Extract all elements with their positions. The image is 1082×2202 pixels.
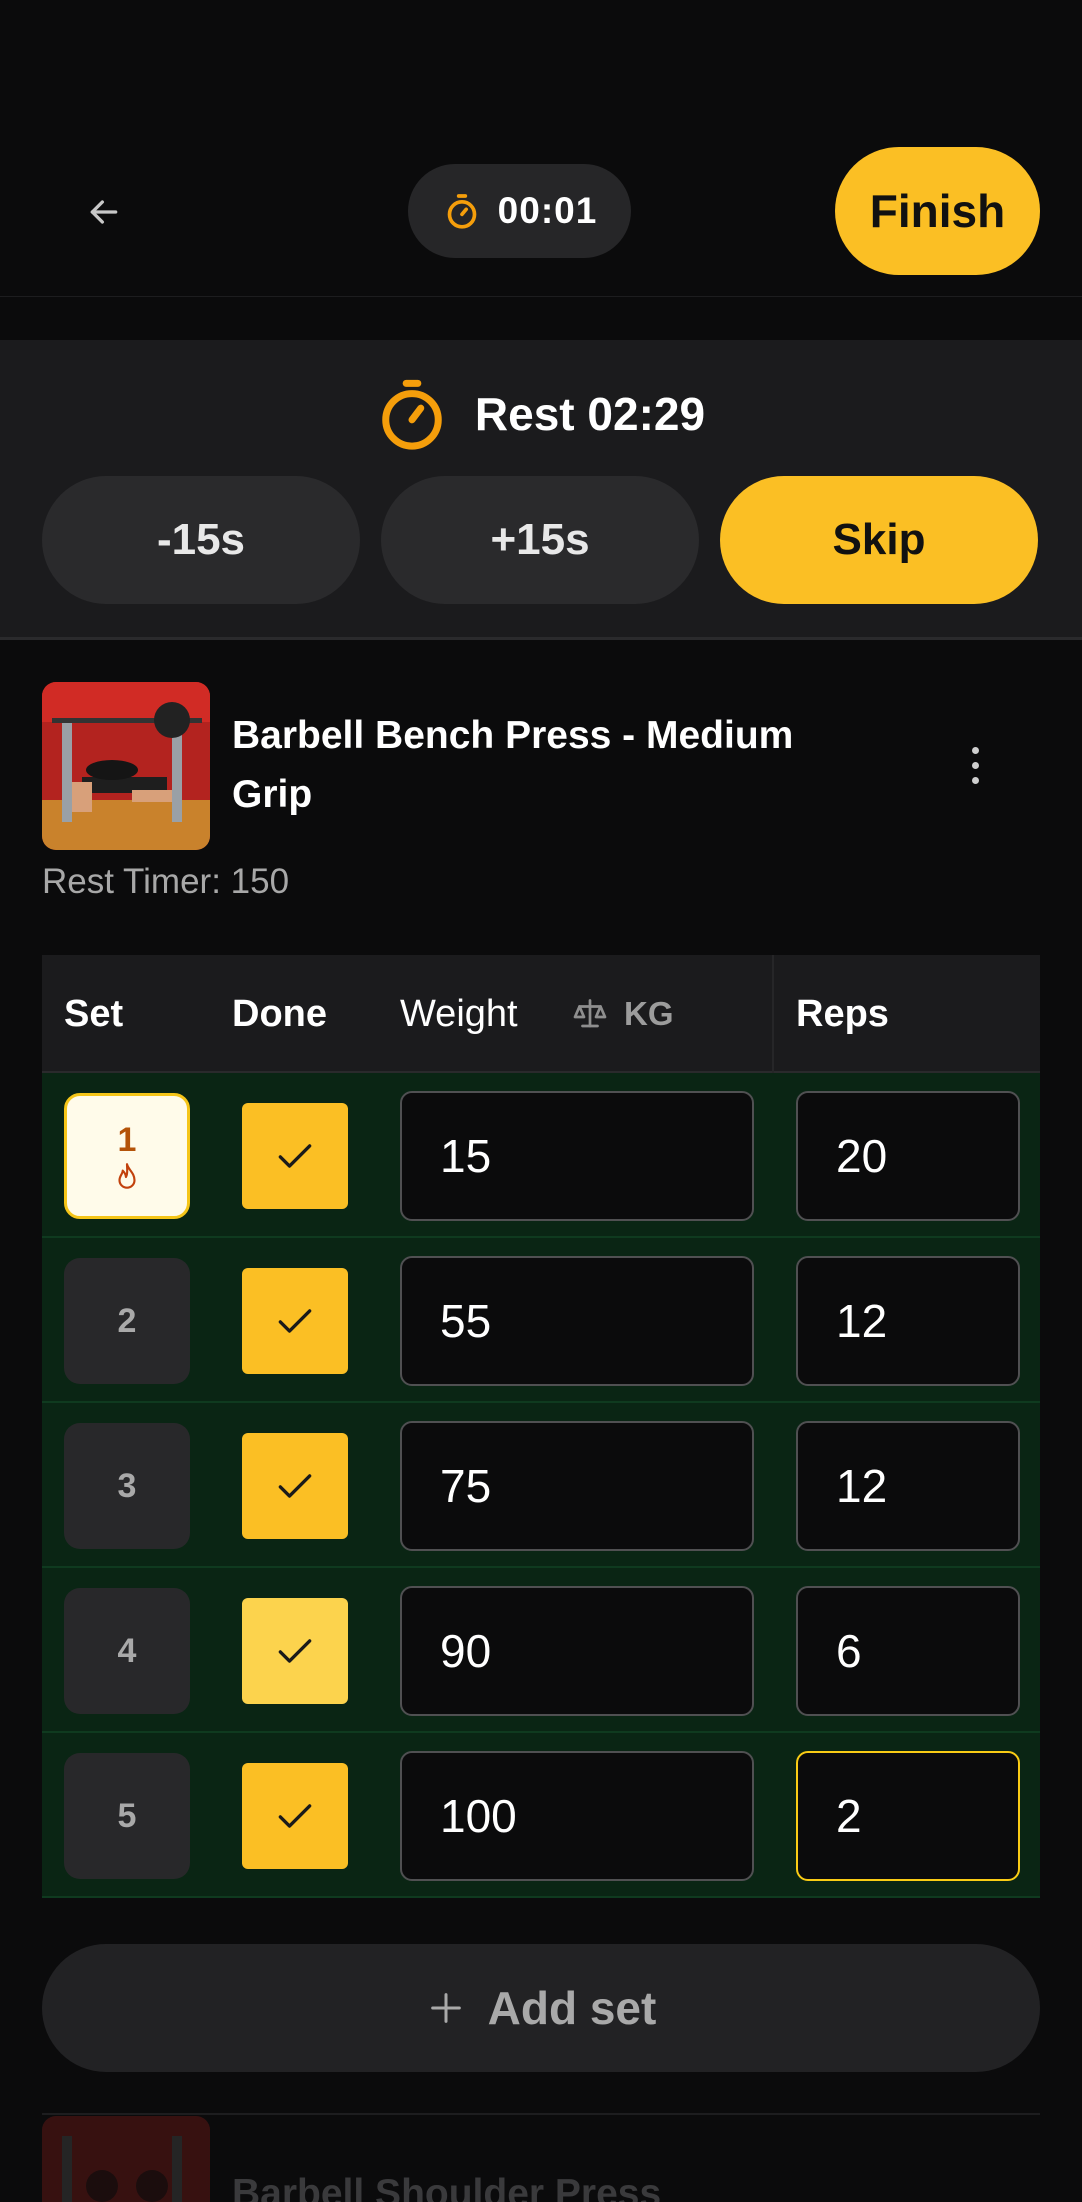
reps-input[interactable]: 2: [796, 1751, 1020, 1881]
weight-input[interactable]: 75: [400, 1421, 754, 1551]
set-number-badge[interactable]: 1: [64, 1093, 190, 1219]
checkmark-icon: [278, 1144, 312, 1168]
rest-countdown: Rest 02:29: [0, 374, 1082, 454]
set-row: 2 55 12: [42, 1238, 1040, 1403]
set-row: 5 100 2: [42, 1733, 1040, 1898]
scale-icon: [573, 999, 607, 1028]
weight-input[interactable]: 15: [400, 1091, 754, 1221]
column-set: Set: [64, 992, 124, 1035]
sets-table-header: Set Done Weight KG Reps: [42, 955, 1040, 1073]
sets-table: Set Done Weight KG Reps 1 15 20 2 55 12 …: [42, 955, 1040, 1898]
done-checkbox[interactable]: [242, 1763, 348, 1869]
set-number-badge[interactable]: 3: [64, 1423, 190, 1549]
arrow-left-icon: [90, 200, 118, 224]
stopwatch-icon: [447, 194, 477, 229]
column-done: Done: [232, 992, 327, 1035]
plus-icon: [430, 1993, 461, 2023]
reps-input[interactable]: 12: [796, 1421, 1020, 1551]
exercise-rest-timer[interactable]: Rest Timer: 150: [42, 862, 289, 902]
weight-unit-label: KG: [624, 995, 674, 1032]
reps-input[interactable]: 12: [796, 1256, 1020, 1386]
set-row: 3 75 12: [42, 1403, 1040, 1568]
reps-input[interactable]: 20: [796, 1091, 1020, 1221]
workout-duration-pill[interactable]: 00:01: [408, 164, 631, 258]
flame-icon: [118, 1162, 136, 1189]
more-options-icon[interactable]: [955, 740, 995, 790]
checkmark-icon: [278, 1639, 312, 1663]
weight-unit-toggle[interactable]: KG: [572, 955, 674, 1073]
weight-input[interactable]: 100: [400, 1751, 754, 1881]
set-row: 1 15 20: [42, 1073, 1040, 1238]
done-checkbox[interactable]: [242, 1268, 348, 1374]
next-exercise-title[interactable]: Barbell Shoulder Press: [232, 2172, 661, 2202]
set-number: 1: [117, 1120, 137, 1159]
stopwatch-icon: [382, 379, 442, 450]
reps-input[interactable]: 6: [796, 1586, 1020, 1716]
set-number-badge[interactable]: 2: [64, 1258, 190, 1384]
set-row: 4 90 6: [42, 1568, 1040, 1733]
top-bar: 00:01 Finish: [0, 0, 1082, 297]
add-set-button[interactable]: Add set: [42, 1944, 1040, 2072]
rest-skip-button[interactable]: Skip: [720, 476, 1038, 604]
exercise-thumbnail[interactable]: [42, 682, 210, 850]
add-set-label: Add set: [487, 1982, 657, 2034]
checkmark-icon: [278, 1474, 312, 1498]
finish-button[interactable]: Finish: [835, 147, 1040, 275]
done-checkbox[interactable]: [242, 1433, 348, 1539]
done-checkbox[interactable]: [242, 1103, 348, 1209]
column-reps: Reps: [796, 992, 889, 1035]
set-number-badge[interactable]: 5: [64, 1753, 190, 1879]
back-button[interactable]: [72, 180, 136, 244]
rest-plus-15-button[interactable]: +15s: [381, 476, 699, 604]
exercise-title[interactable]: Barbell Bench Press - Medium Grip: [232, 706, 872, 824]
exercise-divider: [42, 2113, 1040, 2115]
set-number-badge[interactable]: 4: [64, 1588, 190, 1714]
done-checkbox[interactable]: [242, 1598, 348, 1704]
rest-minus-15-button[interactable]: -15s: [42, 476, 360, 604]
rest-timer-panel: Rest 02:29 -15s +15s Skip: [0, 340, 1082, 640]
next-exercise-thumbnail[interactable]: [42, 2116, 210, 2202]
weight-input[interactable]: 90: [400, 1586, 754, 1716]
checkmark-icon: [278, 1804, 312, 1828]
rest-countdown-text: Rest 02:29: [474, 388, 706, 440]
workout-duration: 00:01: [497, 190, 598, 231]
weight-input[interactable]: 55: [400, 1256, 754, 1386]
column-weight: Weight: [400, 992, 518, 1035]
checkmark-icon: [278, 1309, 312, 1333]
column-divider: [772, 955, 774, 1073]
